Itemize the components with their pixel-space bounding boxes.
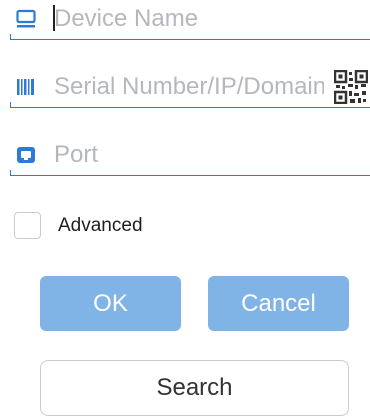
device-name-underline bbox=[10, 34, 370, 40]
serial-input[interactable] bbox=[54, 72, 324, 102]
device-name-input[interactable] bbox=[54, 4, 324, 34]
monitor-icon bbox=[16, 9, 36, 29]
serial-underline bbox=[10, 102, 370, 108]
port-field[interactable] bbox=[10, 136, 370, 176]
serial-field[interactable] bbox=[10, 68, 370, 108]
port-underline bbox=[10, 170, 370, 176]
text-cursor bbox=[53, 5, 55, 31]
device-name-field[interactable] bbox=[10, 0, 370, 40]
ok-button[interactable]: OK bbox=[40, 276, 181, 331]
cancel-button[interactable]: Cancel bbox=[208, 276, 349, 331]
advanced-label: Advanced bbox=[58, 215, 143, 236]
port-icon bbox=[16, 145, 36, 165]
advanced-checkbox[interactable] bbox=[14, 212, 41, 239]
qr-code-icon[interactable] bbox=[333, 69, 369, 105]
search-button[interactable]: Search bbox=[40, 360, 349, 416]
barcode-icon bbox=[16, 77, 36, 97]
port-input[interactable] bbox=[54, 140, 324, 170]
